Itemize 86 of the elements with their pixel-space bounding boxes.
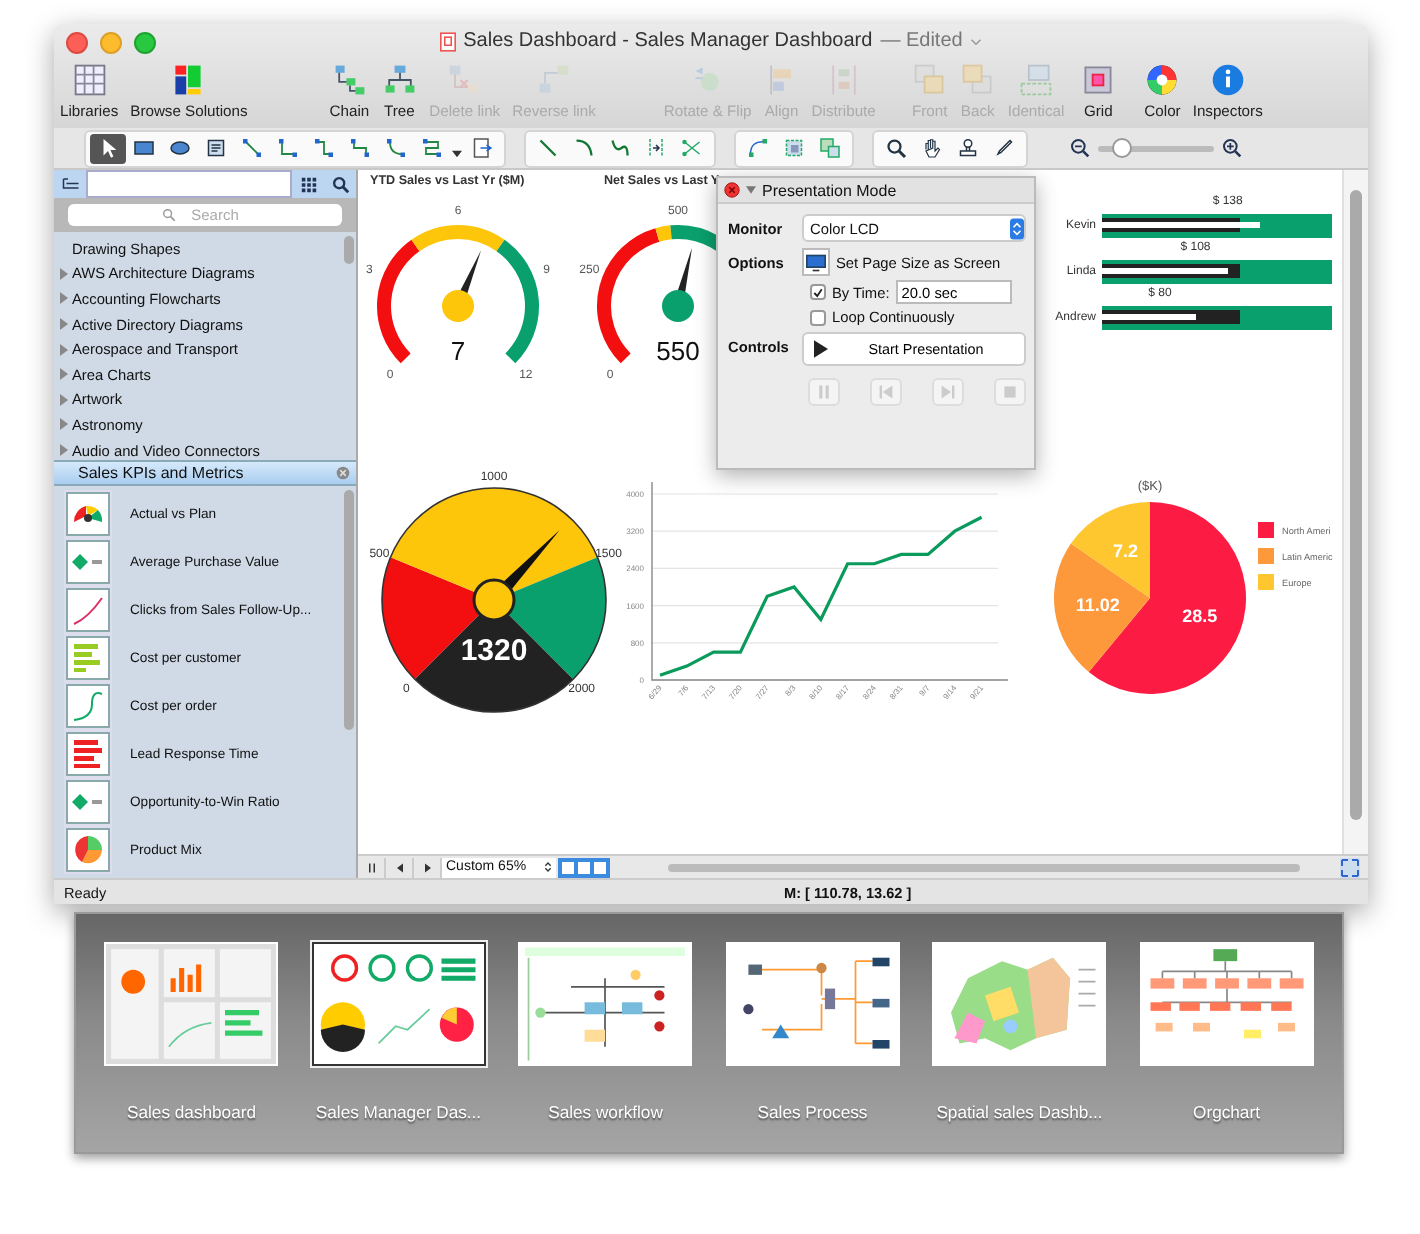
gauge-value: 550	[656, 336, 700, 366]
connector-icon	[384, 136, 408, 160]
connector-icon	[240, 136, 264, 160]
gauge-value: 1320	[460, 634, 528, 668]
dialog-title: Presentation Mode	[762, 181, 897, 199]
scrollbar[interactable]	[1342, 170, 1368, 854]
checkbox[interactable]	[810, 309, 826, 325]
curve-icon	[746, 136, 770, 160]
zoom-button[interactable]	[134, 31, 156, 53]
sidebar-tab[interactable]	[324, 170, 356, 198]
info-icon	[1209, 62, 1246, 98]
sidebar-tab[interactable]	[292, 170, 324, 198]
link-icon	[446, 62, 483, 98]
caret-icon[interactable]	[452, 149, 462, 157]
filter-field[interactable]	[86, 170, 292, 198]
chain-icon	[331, 62, 368, 98]
grid-icon	[299, 175, 317, 193]
zoom-out-icon[interactable]	[1070, 138, 1090, 158]
close-icon[interactable]	[336, 466, 350, 480]
connector-icon	[420, 136, 444, 160]
curve-icon	[608, 136, 632, 160]
monitor-icon	[806, 253, 826, 271]
search-icon	[331, 175, 349, 193]
gauge-value: 7	[450, 336, 466, 366]
connector-icon	[276, 136, 300, 160]
library-header[interactable]: Sales KPIs and Metrics	[54, 460, 356, 486]
dropdown-arrows-icon	[1010, 217, 1024, 239]
checkbox[interactable]	[810, 284, 826, 300]
screen-size-button[interactable]	[802, 248, 830, 276]
search-icon	[884, 136, 908, 160]
collapse-arrow-icon[interactable]	[746, 186, 756, 194]
layers-icon	[911, 62, 948, 98]
skip-forward-icon	[940, 384, 956, 400]
data-label: 11.02	[1075, 595, 1120, 616]
data-label: 28.5	[1182, 605, 1218, 626]
zoom-in-icon[interactable]	[1222, 138, 1242, 158]
scissors-icon	[680, 136, 704, 160]
bar-chart-icon	[68, 734, 108, 774]
frame-icon	[782, 136, 806, 160]
page-view-icon[interactable]	[556, 857, 612, 877]
eyedropper-icon	[992, 136, 1016, 160]
stop-icon	[1002, 384, 1018, 400]
grid-icon	[71, 62, 108, 98]
layers-icon	[959, 62, 996, 98]
color-wheel-icon	[1144, 62, 1181, 98]
document-icon	[439, 31, 456, 51]
hand-icon	[920, 136, 944, 160]
legend-swatch	[1258, 574, 1274, 590]
ellipse-icon	[168, 136, 192, 160]
pause-icon	[816, 384, 832, 400]
connector-icon	[348, 136, 372, 160]
line-chart-icon	[68, 686, 108, 726]
legend-swatch	[1258, 548, 1274, 564]
slider-thumb[interactable]	[1111, 137, 1132, 157]
tree-icon	[381, 62, 418, 98]
fit-page-icon[interactable]	[1340, 857, 1360, 877]
legend-swatch	[1258, 522, 1274, 538]
window-title: Sales Dashboard - Sales Manager Dashboard	[463, 30, 873, 52]
stamp-icon	[956, 136, 980, 160]
blocks-icon	[170, 62, 207, 98]
resize-icon	[1018, 62, 1055, 98]
play-icon	[814, 340, 828, 358]
split-icon	[644, 136, 668, 160]
left-arrow-icon	[393, 861, 405, 873]
tool-button[interactable]	[90, 133, 126, 163]
skip-back-icon	[878, 384, 894, 400]
grid-icon	[1080, 62, 1117, 98]
edited-status: — Edited	[880, 30, 963, 52]
search-icon	[162, 208, 176, 222]
close-button[interactable]	[724, 182, 740, 198]
link-icon	[536, 62, 572, 98]
line-icon	[536, 136, 560, 160]
text-block-icon	[204, 136, 228, 160]
minimize-button[interactable]	[100, 31, 122, 53]
library-title: Sales KPIs and Metrics	[78, 464, 244, 482]
data-label: 7.2	[1112, 541, 1138, 562]
right-arrow-icon	[421, 861, 433, 873]
insert-icon	[470, 136, 494, 160]
tree-list-icon	[61, 175, 79, 193]
rectangle-icon	[132, 136, 156, 160]
arc-icon	[572, 136, 596, 160]
sidebar-tab[interactable]	[54, 170, 86, 198]
frame-icon	[818, 136, 842, 160]
pause-icon	[365, 861, 377, 873]
connector-icon	[312, 136, 336, 160]
dropdown-arrows-icon	[544, 860, 552, 874]
